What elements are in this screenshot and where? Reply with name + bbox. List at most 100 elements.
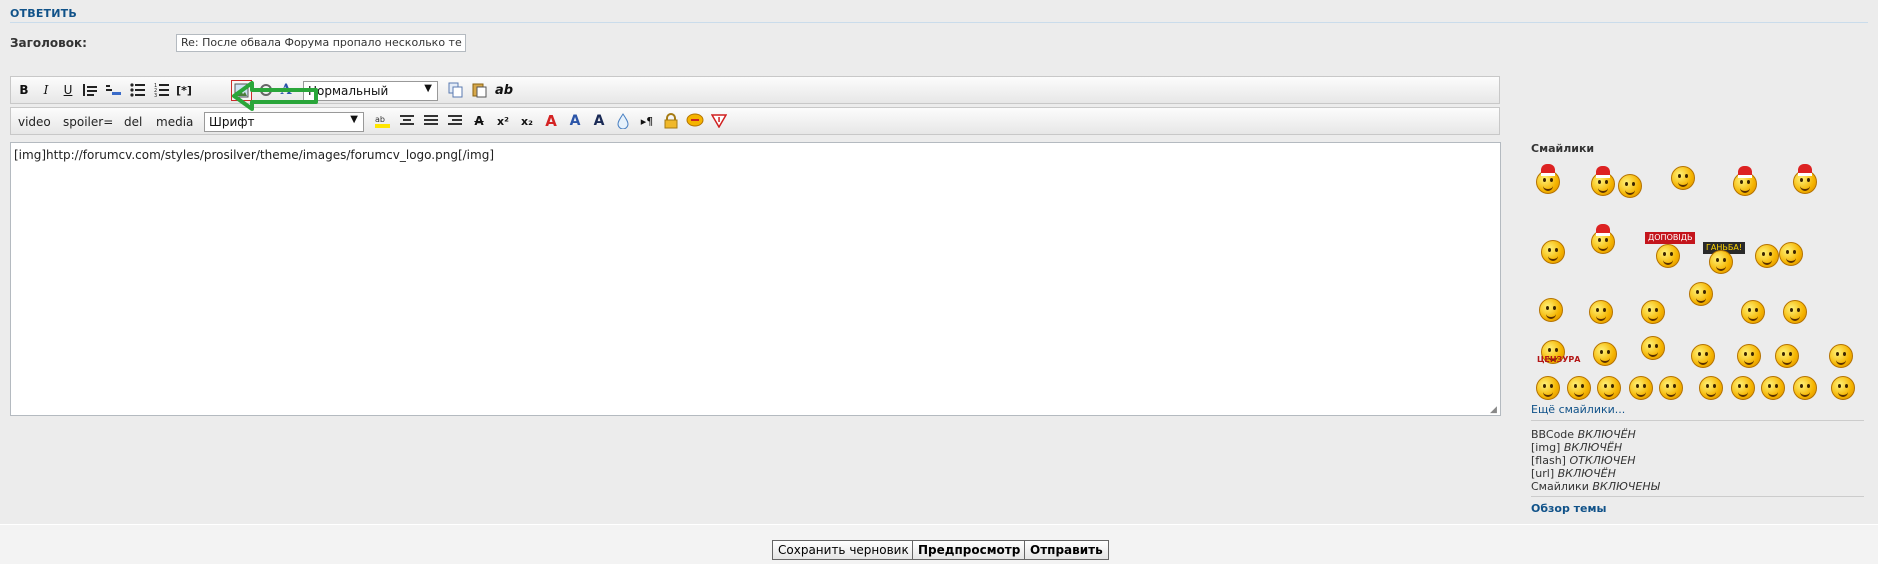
smiley-accordion-icon[interactable]	[1689, 282, 1713, 306]
smiley-flag-icon[interactable]	[1755, 244, 1779, 268]
quote-icon	[83, 84, 97, 96]
spoiler-button[interactable]: spoiler=	[63, 113, 113, 131]
smiley-santa-icon[interactable]	[1536, 164, 1560, 194]
smiley-unsure-icon[interactable]	[1597, 376, 1621, 400]
topic-review-link[interactable]: Обзор темы	[1531, 502, 1606, 515]
smiley-sign-icon[interactable]	[1656, 244, 1680, 268]
smiley-deer-icon[interactable]	[1641, 300, 1665, 324]
smiley-hammer-icon[interactable]	[1737, 344, 1761, 368]
text-shadow-button[interactable]: A	[590, 112, 608, 130]
subject-label: Заголовок:	[10, 36, 87, 50]
smilies-title: Смайлики	[1531, 142, 1595, 155]
copy-icon	[448, 82, 463, 98]
resize-grip-icon[interactable]: ◢	[1490, 405, 1497, 415]
justify-button[interactable]	[422, 112, 440, 130]
smiley-girl-icon[interactable]	[1541, 240, 1565, 264]
text-blue-button[interactable]: A	[566, 112, 584, 130]
submit-button[interactable]: Отправить	[1024, 540, 1109, 560]
quote-button[interactable]	[81, 81, 99, 99]
post-form-panel: ОТВЕТИТЬ Заголовок: Re: После обвала Фор…	[0, 0, 1878, 524]
drop-button[interactable]	[614, 112, 632, 130]
spellcheck-button[interactable]: ab	[495, 81, 513, 99]
smiley-laugh-icon[interactable]	[1761, 376, 1785, 400]
smiley-wink-icon[interactable]	[1691, 344, 1715, 368]
smiley-think-icon[interactable]	[1659, 376, 1683, 400]
preview-button[interactable]: Предпросмотр	[912, 540, 1027, 560]
speech-bubble-icon	[686, 113, 704, 127]
smiley-snail-icon[interactable]	[1589, 300, 1613, 324]
droplet-icon	[617, 113, 629, 129]
smiley-pirate-icon[interactable]	[1593, 342, 1617, 366]
warning-button[interactable]	[710, 112, 728, 130]
copy-button[interactable]	[447, 81, 465, 99]
sidebar-divider	[1531, 496, 1864, 497]
status-url: [url] ВКЛЮЧЁН	[1531, 467, 1616, 480]
list-button[interactable]	[129, 81, 147, 99]
code-icon	[106, 85, 121, 95]
submit-bar: Сохранить черновик Предпросмотр Отправит…	[0, 524, 1878, 564]
smiley-christmas-tree-icon[interactable]	[1671, 166, 1695, 190]
sign-dopovid[interactable]: ДОПОВІДЬ	[1645, 232, 1696, 244]
message-textarea[interactable]: [img]http://forumcv.com/styles/prosilver…	[10, 142, 1501, 416]
smiley-santa-2-icon[interactable]	[1733, 166, 1757, 196]
align-right-button[interactable]	[446, 112, 464, 130]
justify-icon	[424, 115, 438, 125]
align-center-button[interactable]	[398, 112, 416, 130]
smiley-nerd-icon[interactable]	[1783, 300, 1807, 324]
code-button[interactable]	[105, 81, 123, 99]
align-center-icon	[400, 115, 414, 125]
smiley-santa-4-icon[interactable]	[1591, 224, 1615, 254]
save-draft-button[interactable]: Сохранить черновик	[772, 540, 915, 560]
smiley-sleep-icon[interactable]	[1741, 300, 1765, 324]
sign-cenzura[interactable]: ЦЕНЗУРА	[1534, 354, 1584, 366]
warning-icon	[711, 114, 727, 128]
del-button[interactable]: del	[124, 113, 142, 131]
list-item-button[interactable]: [*]	[175, 81, 193, 99]
smiley-santa-group-icon[interactable]	[1591, 166, 1615, 196]
bold-button[interactable]: B	[15, 81, 33, 99]
status-bbcode: BBCode ВКЛЮЧЁН	[1531, 428, 1636, 441]
subscript-button[interactable]: x₂	[518, 112, 536, 130]
smiley-happy-icon[interactable]	[1829, 344, 1853, 368]
video-button[interactable]: video	[18, 113, 51, 131]
media-button[interactable]: media	[156, 113, 193, 131]
smiley-protest-icon[interactable]	[1709, 250, 1733, 274]
paste-button[interactable]	[471, 81, 489, 99]
ordered-list-button[interactable]: 123	[153, 81, 171, 99]
annotation-arrow-icon	[232, 81, 318, 111]
superscript-button[interactable]: x²	[494, 112, 512, 130]
comment-button[interactable]	[686, 112, 704, 130]
smiley-twins-icon[interactable]	[1775, 344, 1799, 368]
lock-button[interactable]	[662, 112, 680, 130]
italic-button[interactable]: I	[37, 81, 55, 99]
highlight-button[interactable]: ab	[374, 112, 392, 130]
underline-button[interactable]: U	[59, 81, 77, 99]
paste-icon	[472, 83, 487, 98]
panel-divider	[10, 22, 1868, 23]
smiley-shock-icon[interactable]	[1629, 376, 1653, 400]
smiley-smile-icon[interactable]	[1536, 376, 1560, 400]
smiley-chinese-icon[interactable]	[1641, 336, 1665, 360]
svg-text:3: 3	[154, 93, 157, 97]
font-family-select[interactable]: Шрифт ▼	[204, 112, 364, 132]
smiley-friend-icon[interactable]	[1618, 174, 1642, 198]
smiley-yawn-icon[interactable]	[1831, 376, 1855, 400]
smiley-wave-icon[interactable]	[1779, 242, 1803, 266]
smiley-dance-icon[interactable]	[1539, 298, 1563, 322]
strike-button[interactable]: A	[470, 112, 488, 130]
smiley-grin-icon[interactable]	[1567, 376, 1591, 400]
text-color-button[interactable]: A	[542, 112, 560, 130]
smiley-santa-3-icon[interactable]	[1793, 164, 1817, 194]
font-size-select[interactable]: Нормальный ▼	[303, 81, 438, 101]
subject-input[interactable]: Re: После обвала Форума пропало нескольк…	[176, 34, 466, 52]
smiley-tongue-icon[interactable]	[1793, 376, 1817, 400]
numbered-list-icon: 123	[154, 83, 169, 97]
bullet-list-icon	[130, 83, 145, 97]
smiley-cool-icon[interactable]	[1699, 376, 1723, 400]
status-img: [img] ВКЛЮЧЁН	[1531, 441, 1623, 454]
more-smilies-link[interactable]: Ещё смайлики...	[1531, 403, 1625, 416]
font-size-select-value: Нормальный	[308, 84, 389, 98]
paragraph-button[interactable]: ▸¶	[638, 112, 656, 130]
smiley-angry-icon[interactable]	[1731, 376, 1755, 400]
lock-icon	[664, 113, 678, 129]
